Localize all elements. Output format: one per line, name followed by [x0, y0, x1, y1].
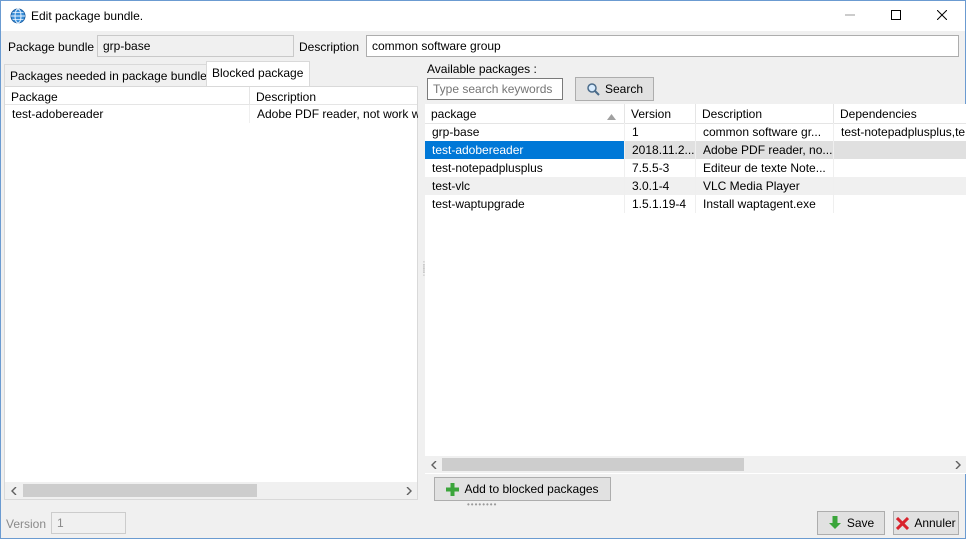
column-header-dependencies[interactable]: Dependencies	[834, 104, 966, 124]
right-scroll-thumb[interactable]	[442, 458, 744, 471]
cell-package: grp-base	[425, 123, 625, 141]
cell-description: Install waptagent.exe	[696, 195, 834, 213]
cell-dependencies	[834, 159, 966, 177]
edit-package-bundle-window: Edit package bundle. Package bundle grp-…	[0, 0, 966, 539]
add-to-blocked-label: Add to blocked packages	[464, 482, 599, 496]
cell-version: 1	[625, 123, 696, 141]
description-field[interactable]: common software group	[366, 35, 959, 57]
left-horizontal-scrollbar[interactable]	[5, 482, 417, 499]
column-header-description[interactable]: Description	[696, 104, 834, 124]
cell-dependencies	[834, 177, 966, 195]
cell-dependencies	[834, 195, 966, 213]
blocked-packages-grid: Package Description test-adobereader Ado…	[4, 86, 418, 500]
available-packages-grid: package Version Description Dependencies…	[425, 104, 966, 474]
search-button[interactable]: Search	[575, 77, 654, 101]
column-header-version[interactable]: Version	[625, 104, 696, 124]
cell-description: VLC Media Player	[696, 177, 834, 195]
cell-version: 2018.11.2...	[625, 141, 696, 159]
cell-dependencies	[834, 141, 966, 159]
minimize-button[interactable]	[827, 1, 873, 31]
cell-version: 3.0.1-4	[625, 177, 696, 195]
available-packages-label: Available packages :	[427, 62, 537, 76]
available-grid-header: package Version Description Dependencies	[425, 104, 966, 124]
cancel-label: Annuler	[914, 516, 956, 530]
column-header-package[interactable]: package	[425, 104, 625, 124]
cell-description: common software gr...	[696, 123, 834, 141]
maximize-icon	[891, 9, 901, 23]
table-row[interactable]: test-notepadplusplus 7.5.5-3 Editeur de …	[425, 159, 966, 177]
cancel-button[interactable]: Annuler	[893, 511, 959, 535]
cell-package: test-notepadplusplus	[425, 159, 625, 177]
cell-package: test-vlc	[425, 177, 625, 195]
table-row[interactable]: grp-base 1 common software gr... test-no…	[425, 123, 966, 141]
window-title: Edit package bundle.	[31, 9, 144, 23]
column-header-description[interactable]: Description	[250, 87, 418, 105]
description-label: Description	[299, 40, 360, 54]
tab-blocked-package[interactable]: Blocked package	[206, 61, 310, 87]
save-button[interactable]: Save	[817, 511, 885, 535]
cell-description: Editeur de texte Note...	[696, 159, 834, 177]
close-button[interactable]	[919, 1, 965, 31]
cell-dependencies: test-notepadplusplus,te	[841, 125, 966, 139]
horizontal-splitter[interactable]: ••••••••	[467, 500, 497, 509]
magnifier-icon	[586, 82, 600, 96]
search-button-label: Search	[604, 82, 644, 96]
download-arrow-icon	[828, 516, 842, 530]
column-header-package[interactable]: Package	[5, 87, 250, 105]
table-row-selected[interactable]: test-adobereader 2018.11.2... Adobe PDF …	[425, 141, 966, 159]
cell-package: test-waptupgrade	[425, 195, 625, 213]
sort-ascending-icon	[607, 109, 616, 123]
scroll-right-icon[interactable]	[400, 482, 417, 499]
search-input[interactable]	[427, 78, 563, 100]
maximize-button[interactable]	[873, 1, 919, 31]
close-icon	[936, 9, 948, 23]
cell-version: 7.5.5-3	[625, 159, 696, 177]
globe-icon	[10, 8, 26, 24]
package-bundle-field[interactable]: grp-base	[97, 35, 294, 57]
cell-version: 1.5.1.19-4	[625, 195, 696, 213]
tab-packages-needed[interactable]: Packages needed in package bundle	[4, 64, 207, 86]
cell-package: test-adobereader	[425, 141, 625, 159]
version-label: Version	[6, 517, 47, 531]
minimize-icon	[845, 9, 855, 23]
cell-package: test-adobereader	[5, 105, 250, 123]
version-field: 1	[51, 512, 126, 534]
red-x-icon	[896, 516, 910, 530]
left-scroll-thumb[interactable]	[23, 484, 257, 497]
save-label: Save	[846, 516, 875, 530]
left-grid-header: Package Description	[5, 87, 417, 105]
cell-description: Adobe PDF reader, no...	[696, 141, 834, 159]
plus-icon	[446, 482, 460, 496]
scroll-left-icon[interactable]	[5, 482, 22, 499]
vertical-splitter[interactable]: ⋮⋮⋮	[420, 261, 428, 277]
scroll-right-icon[interactable]	[949, 456, 966, 473]
title-bar: Edit package bundle.	[1, 1, 965, 31]
right-horizontal-scrollbar[interactable]	[425, 456, 966, 473]
column-header-package-label: package	[431, 107, 477, 121]
table-row[interactable]: test-adobereader Adobe PDF reader, not w…	[5, 105, 418, 123]
table-row[interactable]: test-vlc 3.0.1-4 VLC Media Player	[425, 177, 966, 195]
table-row[interactable]: test-waptupgrade 1.5.1.19-4 Install wapt…	[425, 195, 966, 213]
cell-description: Adobe PDF reader, not work w	[257, 107, 418, 121]
scroll-left-icon[interactable]	[425, 456, 442, 473]
package-bundle-label: Package bundle	[8, 40, 95, 54]
add-to-blocked-button[interactable]: Add to blocked packages	[434, 477, 611, 501]
